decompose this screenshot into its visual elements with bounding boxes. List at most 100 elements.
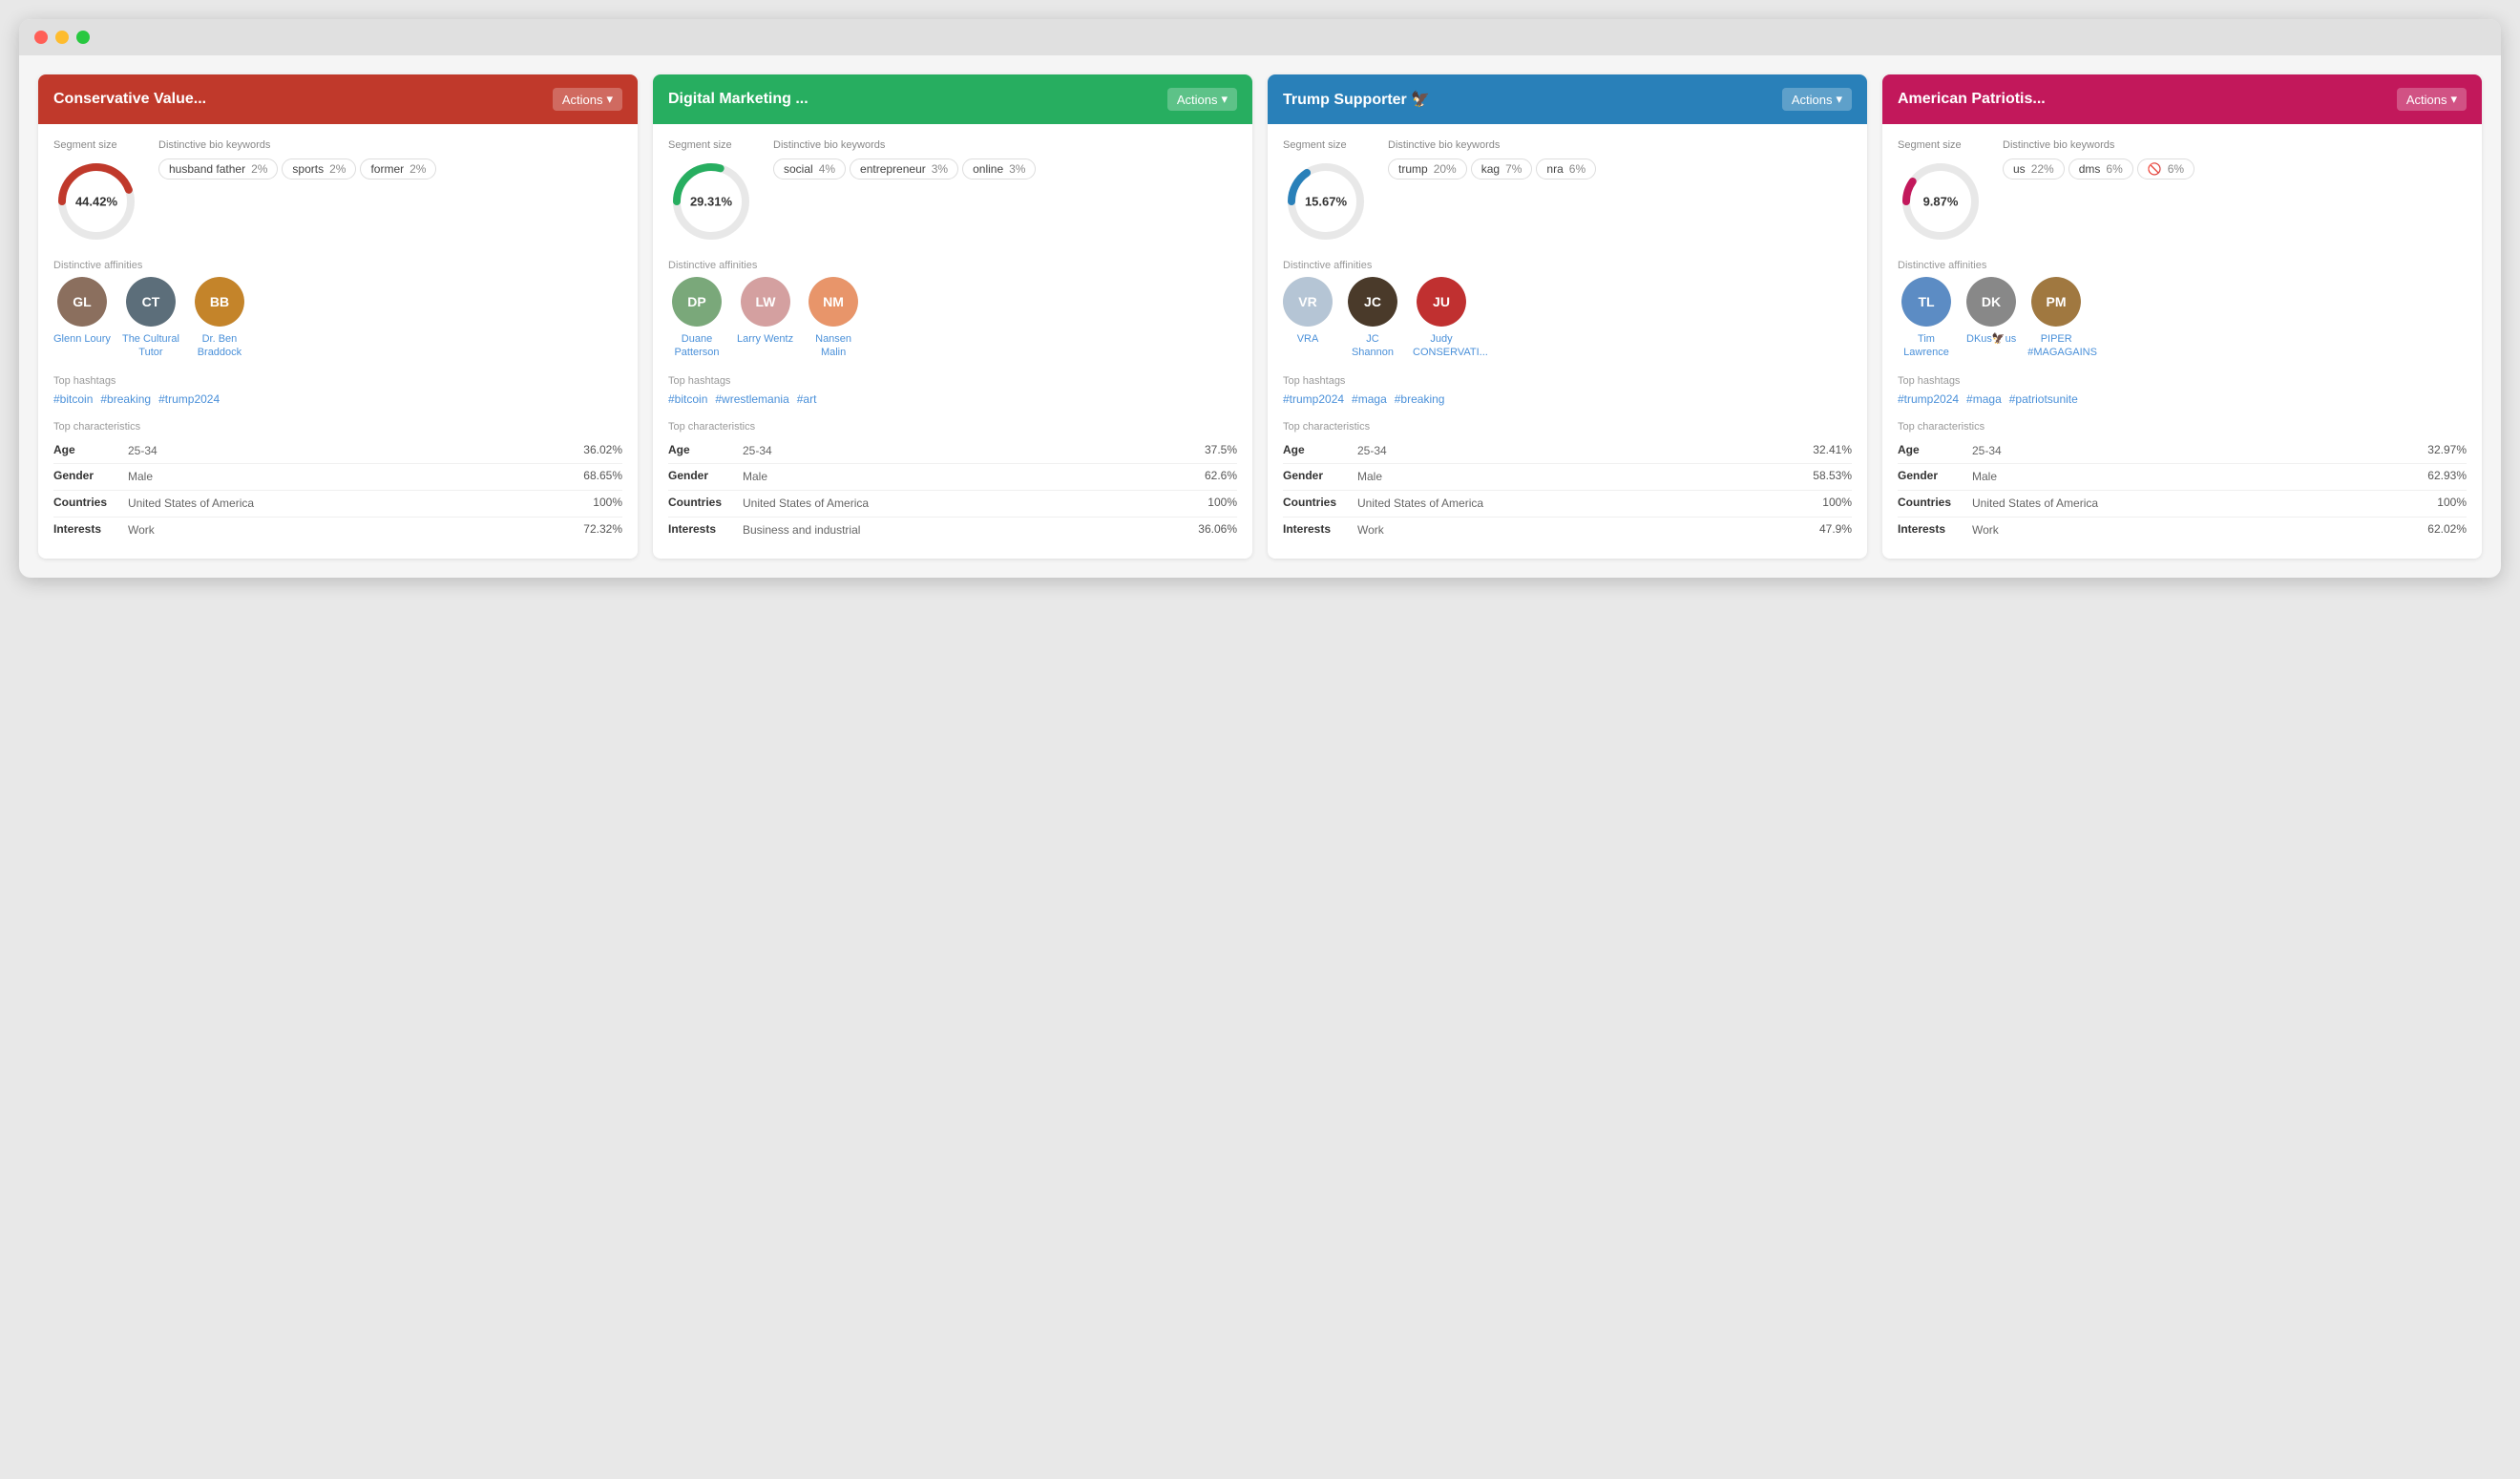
char-value: 25-34 (1350, 443, 1804, 459)
affinity-item[interactable]: PM PIPER #MAGAGAINS (2027, 277, 2085, 360)
hashtag[interactable]: #maga (1966, 392, 2002, 406)
actions-button-digital-marketing[interactable]: Actions ▾ (1167, 88, 1237, 111)
hashtag[interactable]: #trump2024 (1898, 392, 1959, 406)
card-header-conservative: Conservative Value... Actions ▾ (38, 74, 638, 124)
affinity-avatar: JU (1417, 277, 1466, 327)
characteristic-row: Age 25-34 37.5% (668, 438, 1237, 465)
char-value: United States of America (1964, 496, 2419, 512)
hashtag[interactable]: #trump2024 (1283, 392, 1344, 406)
donut-chart: 9.87% (1898, 158, 1984, 244)
char-value: Male (1964, 469, 2419, 485)
segment-size-area: Segment size 44.42% (53, 139, 139, 244)
char-value: United States of America (120, 496, 575, 512)
char-label: Age (53, 443, 120, 456)
hashtag[interactable]: #breaking (100, 392, 151, 406)
affinity-name: DKus🦅us (1966, 332, 2016, 346)
card-title-trump-supporter: Trump Supporter 🦅 (1283, 90, 1430, 109)
hashtag[interactable]: #breaking (1395, 392, 1445, 406)
keyword-pct: 7% (1505, 162, 1522, 176)
svg-text:NM: NM (823, 294, 844, 309)
affinity-item[interactable]: BB Dr. Ben Braddock (191, 277, 248, 360)
char-pct: 36.06% (1189, 522, 1237, 536)
characteristic-row: Gender Male 68.65% (53, 464, 622, 491)
characteristic-row: Gender Male 62.6% (668, 464, 1237, 491)
characteristic-row: Countries United States of America 100% (53, 491, 622, 518)
hashtag-row: #trump2024 #maga #patriotsunite (1898, 392, 2467, 406)
bio-keywords-label: Distinctive bio keywords (1388, 139, 1852, 151)
keyword-text: husband father (169, 162, 245, 176)
keyword-pill: former 2% (360, 158, 436, 180)
maximize-button[interactable] (76, 31, 90, 44)
affinities-section: Distinctive affinities VR VRA JC JC Shan… (1283, 260, 1852, 360)
segment-size-label: Segment size (1283, 139, 1369, 151)
char-label: Age (1898, 443, 1964, 456)
affinity-item[interactable]: TL Tim Lawrence (1898, 277, 1955, 360)
affinity-item[interactable]: GL Glenn Loury (53, 277, 111, 360)
char-label: Age (1283, 443, 1350, 456)
svg-text:LW: LW (755, 294, 776, 309)
characteristics-label: Top characteristics (53, 421, 622, 433)
char-value: Work (1350, 522, 1804, 539)
affinity-name: Nansen Malin (805, 332, 862, 360)
char-value: 25-34 (1964, 443, 2419, 459)
affinity-item[interactable]: DK DKus🦅us (1966, 277, 2016, 360)
affinity-item[interactable]: DP Duane Patterson (668, 277, 725, 360)
actions-button-american-patriot[interactable]: Actions ▾ (2397, 88, 2467, 111)
keyword-text: social (784, 162, 813, 176)
affinity-item[interactable]: CT The Cultural Tutor (122, 277, 179, 360)
hashtag[interactable]: #bitcoin (53, 392, 93, 406)
affinity-item[interactable]: JC JC Shannon (1344, 277, 1401, 360)
char-pct: 62.93% (2419, 469, 2467, 482)
char-value: Work (120, 522, 575, 539)
char-value: Business and industrial (735, 522, 1189, 539)
characteristics-section: Top characteristics Age 25-34 32.41% Gen… (1283, 421, 1852, 543)
card-title-american-patriot: American Patriotis... (1898, 91, 2046, 108)
close-button[interactable] (34, 31, 48, 44)
hashtag[interactable]: #art (797, 392, 817, 406)
donut-chart: 15.67% (1283, 158, 1369, 244)
card-header-digital-marketing: Digital Marketing ... Actions ▾ (653, 74, 1252, 124)
hashtag[interactable]: #trump2024 (158, 392, 220, 406)
characteristic-row: Interests Work 72.32% (53, 518, 622, 543)
keyword-text: entrepreneur (860, 162, 926, 176)
keyword-pill: entrepreneur 3% (850, 158, 958, 180)
characteristic-row: Age 25-34 32.41% (1283, 438, 1852, 465)
affinity-item[interactable]: LW Larry Wentz (737, 277, 793, 360)
affinities-section: Distinctive affinities DP Duane Patterso… (668, 260, 1237, 360)
hashtag[interactable]: #maga (1352, 392, 1387, 406)
keyword-pct: 22% (2031, 162, 2054, 176)
affinity-item[interactable]: NM Nansen Malin (805, 277, 862, 360)
affinity-name: The Cultural Tutor (122, 332, 179, 360)
hashtag[interactable]: #patriotsunite (2009, 392, 2078, 406)
char-value: Male (1350, 469, 1804, 485)
char-pct: 47.9% (1804, 522, 1852, 536)
char-label: Interests (53, 522, 120, 536)
keyword-text: dms (2079, 162, 2101, 176)
bio-keywords-area: Distinctive bio keywords social 4% entre… (773, 139, 1237, 244)
keyword-text: former (370, 162, 404, 176)
affinity-item[interactable]: JU Judy CONSERVATI... (1413, 277, 1470, 360)
actions-button-trump-supporter[interactable]: Actions ▾ (1782, 88, 1852, 111)
actions-button-conservative[interactable]: Actions ▾ (553, 88, 622, 111)
characteristic-row: Age 25-34 32.97% (1898, 438, 2467, 465)
char-label: Gender (1283, 469, 1350, 482)
keyword-pct: 4% (819, 162, 835, 176)
affinity-avatar: PM (2031, 277, 2081, 327)
char-pct: 100% (2419, 496, 2467, 509)
char-pct: 100% (1804, 496, 1852, 509)
minimize-button[interactable] (55, 31, 69, 44)
characteristic-row: Age 25-34 36.02% (53, 438, 622, 465)
keyword-pill: us 22% (2003, 158, 2065, 180)
characteristic-row: Gender Male 58.53% (1283, 464, 1852, 491)
char-label: Gender (53, 469, 120, 482)
hashtag-row: #trump2024 #maga #breaking (1283, 392, 1852, 406)
segment-size-label: Segment size (668, 139, 754, 151)
card-trump-supporter: Trump Supporter 🦅 Actions ▾ Segment size… (1268, 74, 1867, 559)
hashtag[interactable]: #wrestlemania (715, 392, 788, 406)
affinity-item[interactable]: VR VRA (1283, 277, 1333, 360)
affinities-row: TL Tim Lawrence DK DKus🦅us PM PIPER #MAG… (1898, 277, 2467, 360)
hashtag[interactable]: #bitcoin (668, 392, 707, 406)
keyword-pct: 6% (2106, 162, 2122, 176)
keyword-pill: trump 20% (1388, 158, 1467, 180)
card-american-patriot: American Patriotis... Actions ▾ Segment … (1882, 74, 2482, 559)
